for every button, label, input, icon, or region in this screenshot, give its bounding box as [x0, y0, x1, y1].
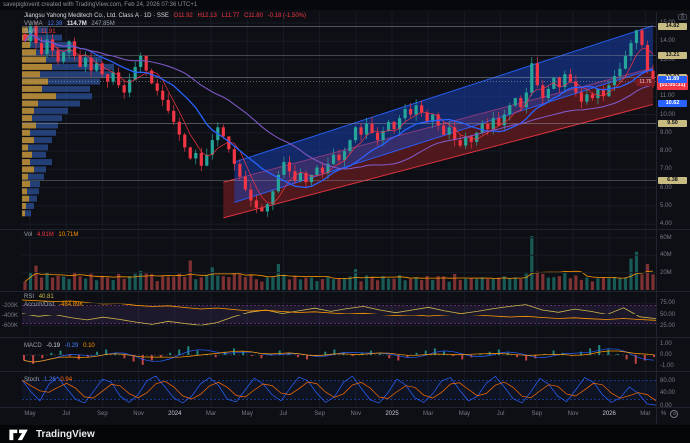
attribution-bar: savepiglovent created with TradingView.c… — [0, 0, 690, 10]
tradingview-logo-icon[interactable] — [8, 427, 30, 441]
pane-separator[interactable] — [0, 229, 690, 230]
pane-separator[interactable] — [0, 371, 690, 372]
price-axis-border[interactable] — [656, 12, 657, 424]
chart-canvas[interactable] — [0, 10, 690, 443]
time-axis-separator — [0, 407, 690, 408]
pane-separator[interactable] — [0, 291, 690, 292]
tradingview-published-chart: { "attribution": { "text": "savepigloven… — [0, 0, 690, 443]
pane-separator[interactable] — [0, 337, 690, 338]
tradingview-wordmark[interactable]: TradingView — [36, 429, 95, 440]
footer-bar: TradingView — [0, 425, 690, 443]
